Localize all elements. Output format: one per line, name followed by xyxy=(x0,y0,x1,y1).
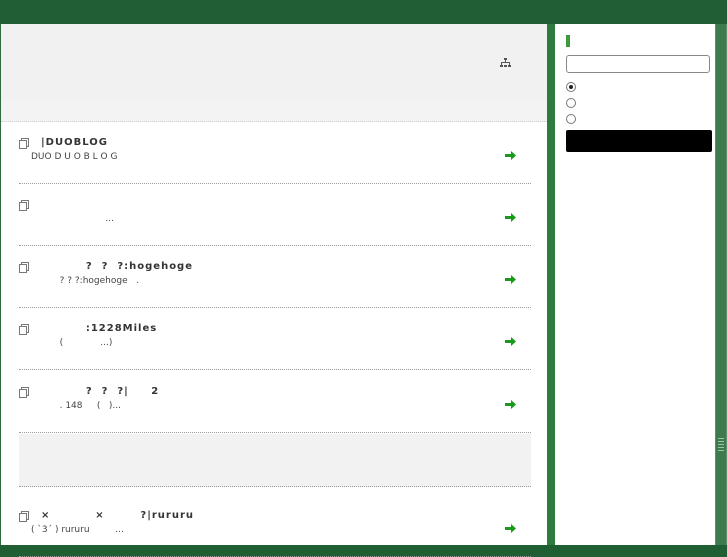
list-item[interactable]: × × ?|rururu ( `3´ ) rururu ... xyxy=(19,495,531,557)
search-scope-radio-1[interactable] xyxy=(566,82,576,92)
sidebar-background xyxy=(555,166,715,545)
scrollbar-thumb[interactable] xyxy=(716,24,726,545)
entry-title[interactable]: |DUOBLOG xyxy=(41,137,108,148)
search-scope-radio-2[interactable] xyxy=(566,98,576,108)
list-item[interactable]: ? ? ?:hogehoge ? ? ?:hogehoge . xyxy=(19,246,531,308)
entry-title[interactable]: ? ? ?:hogehoge xyxy=(41,261,193,272)
ad-space xyxy=(19,434,531,487)
document-icon xyxy=(19,511,29,522)
list-item[interactable]: |DUOBLOG DUO D U O B L O G xyxy=(19,122,531,184)
sitemap-icon[interactable] xyxy=(500,58,511,67)
section-marker xyxy=(566,35,570,47)
document-icon xyxy=(19,324,29,335)
document-icon xyxy=(19,138,29,149)
search-scope-radio-3[interactable] xyxy=(566,114,576,124)
list-item[interactable]: :1228Miles ( ...) xyxy=(19,308,531,370)
entry-description: ? ? ?:hogehoge . xyxy=(31,276,140,286)
entry-title[interactable]: × × ?|rururu xyxy=(41,510,194,521)
search-button[interactable] xyxy=(566,130,712,152)
list-item[interactable]: ... xyxy=(19,184,531,246)
entry-description: ( ...) xyxy=(31,338,113,348)
document-icon xyxy=(19,387,29,398)
entry-title[interactable]: :1228Miles xyxy=(41,323,157,334)
column-divider xyxy=(547,24,555,545)
entry-description: . 148 ( )... xyxy=(31,401,121,411)
arrow-right-icon[interactable] xyxy=(505,337,516,346)
list-item[interactable]: ? ? ?| 2 . 148 ( )... xyxy=(19,371,531,433)
entry-description: ... xyxy=(31,214,114,224)
arrow-right-icon[interactable] xyxy=(505,275,516,284)
sidebar-search xyxy=(555,24,727,167)
entry-description: DUO D U O B L O G xyxy=(31,152,118,162)
search-input[interactable] xyxy=(566,55,710,73)
arrow-right-icon[interactable] xyxy=(505,524,516,533)
arrow-right-icon[interactable] xyxy=(505,400,516,409)
scrollbar-grip[interactable] xyxy=(718,438,724,452)
arrow-right-icon[interactable] xyxy=(505,151,516,160)
header-subbar xyxy=(1,100,547,122)
document-icon xyxy=(19,200,29,211)
entry-description: ( `3´ ) rururu ... xyxy=(31,525,124,535)
arrow-right-icon[interactable] xyxy=(505,213,516,222)
document-icon xyxy=(19,262,29,273)
entry-title[interactable]: ? ? ?| 2 xyxy=(41,386,159,397)
top-bar xyxy=(0,0,727,25)
blog-header xyxy=(1,24,547,100)
main-content: |DUOBLOG DUO D U O B L O G ... ? ? ?:hog… xyxy=(0,24,547,557)
